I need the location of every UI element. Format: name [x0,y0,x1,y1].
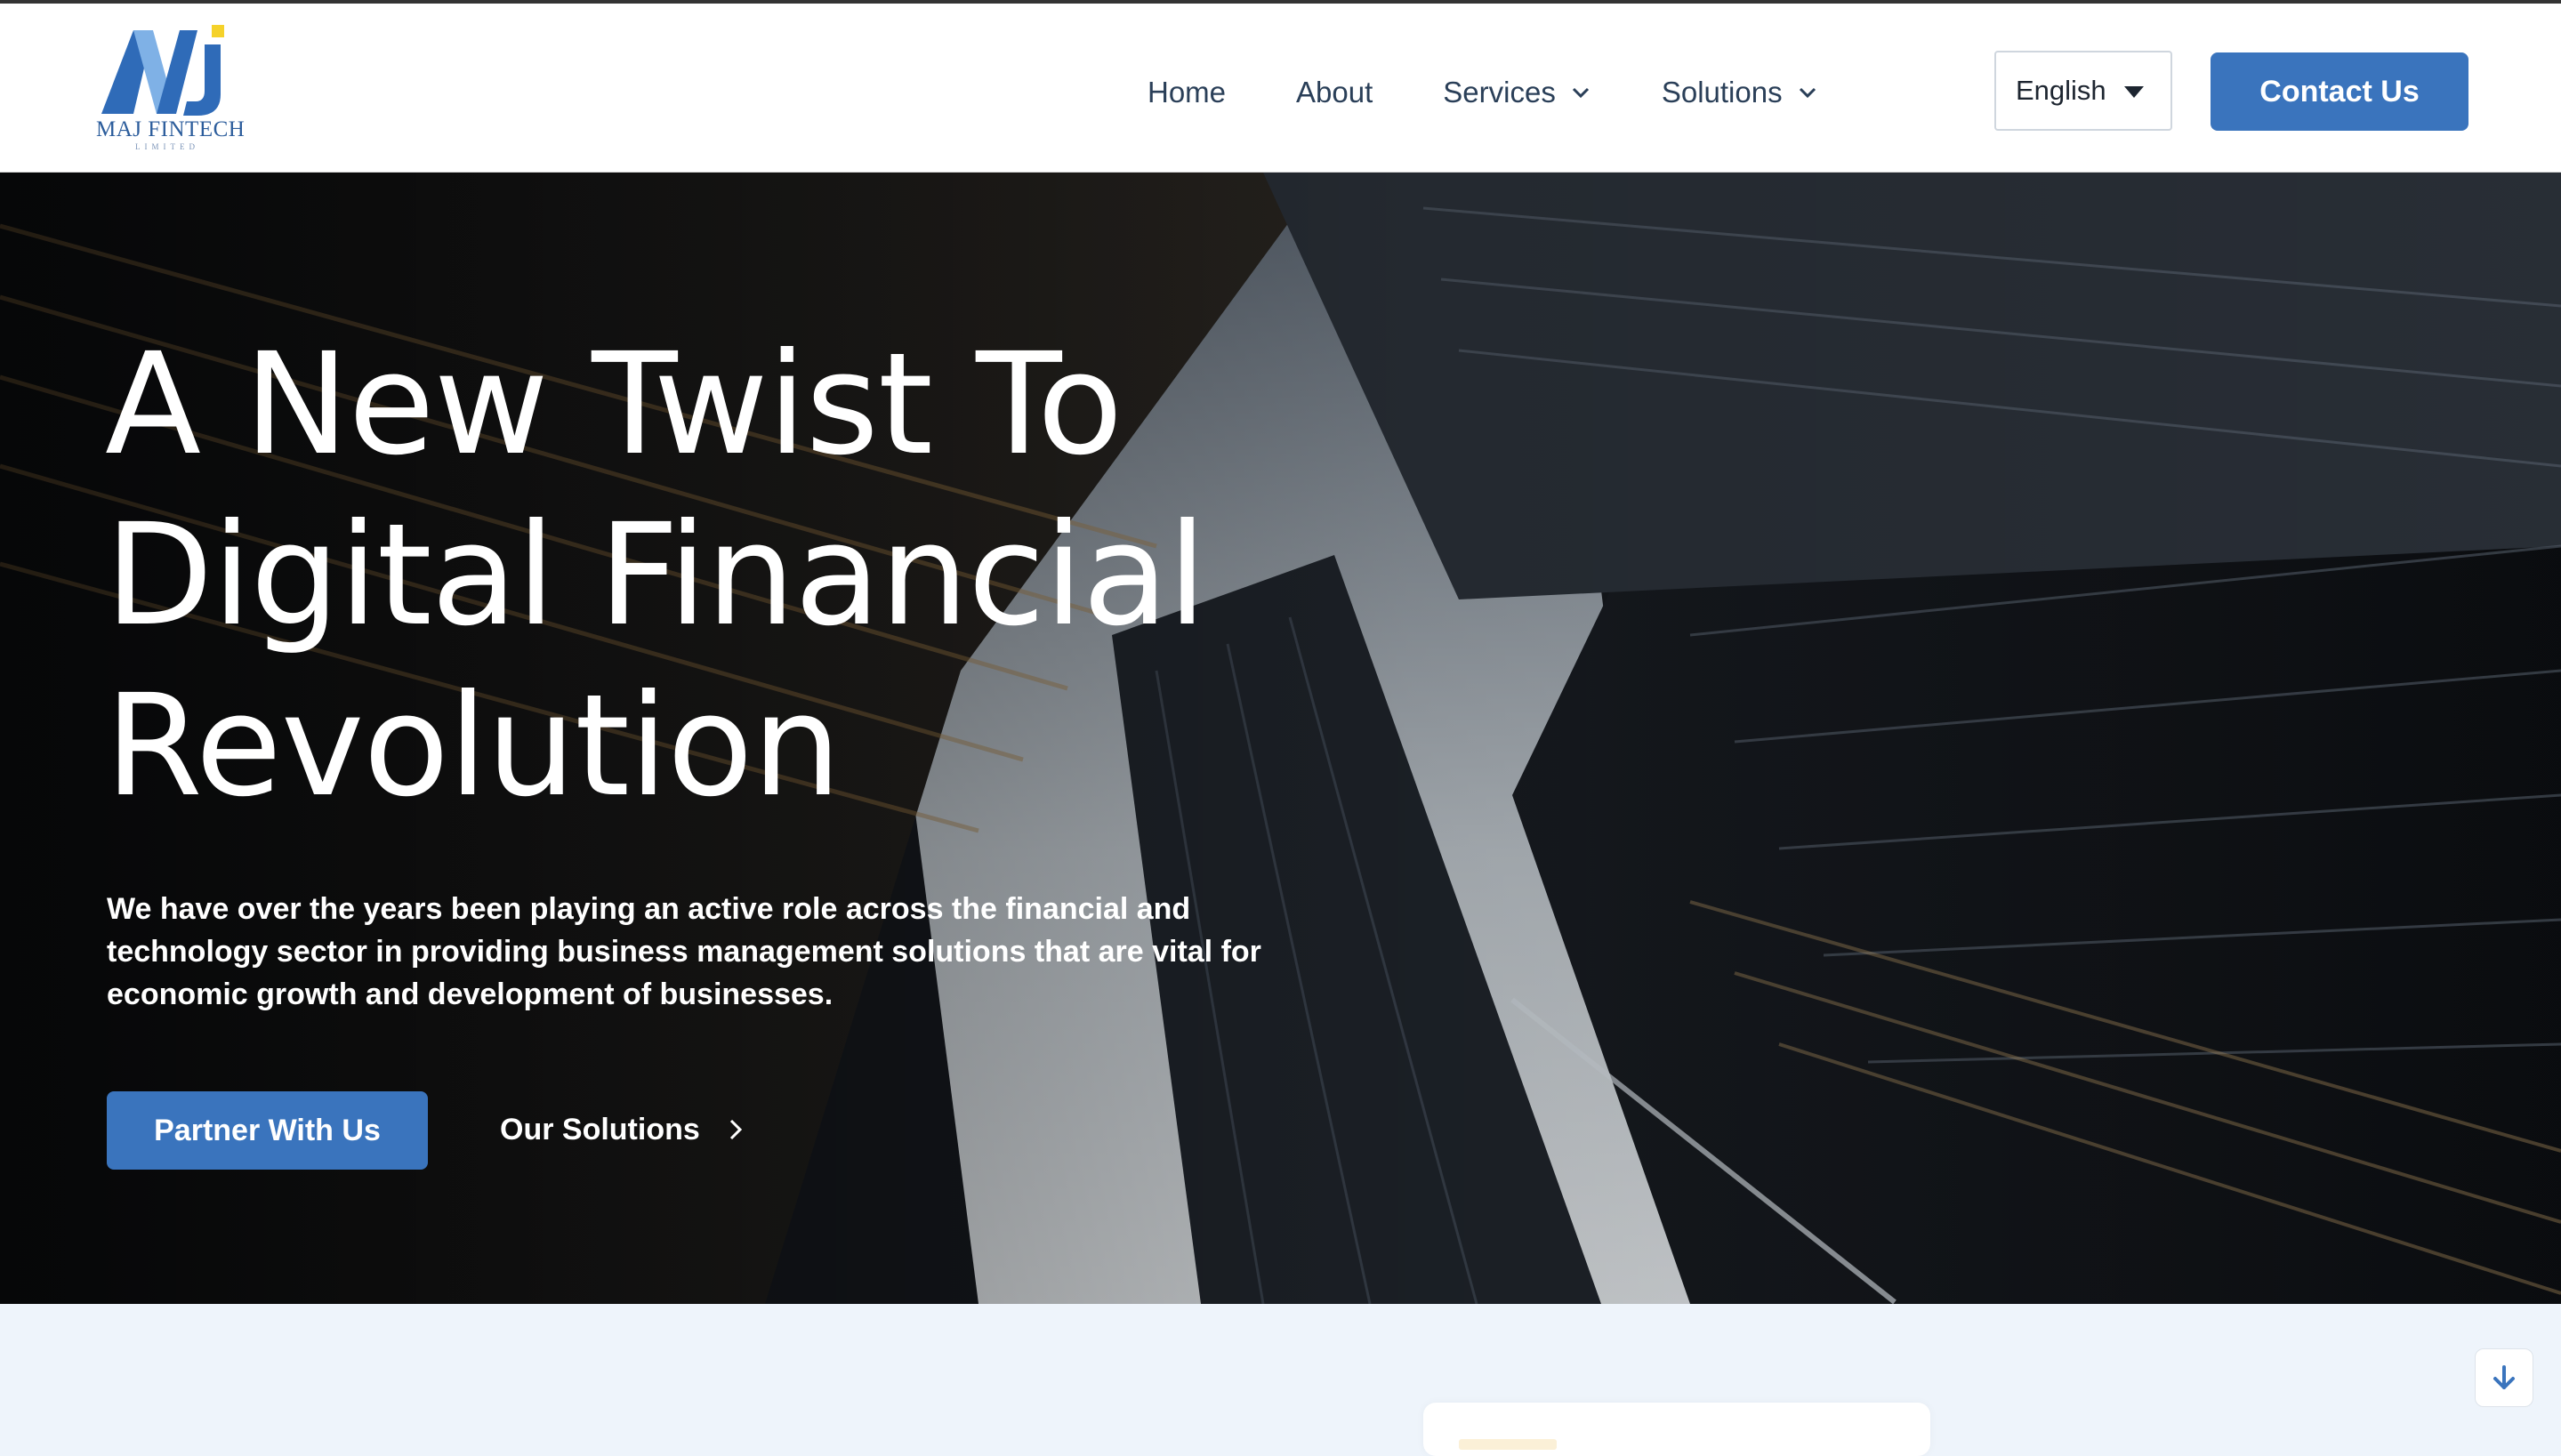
nav-solutions-label: Solutions [1661,76,1783,109]
feature-card [1423,1403,1930,1456]
nav-about[interactable]: About [1296,76,1373,109]
hero-title-line-2: Digital Financial [105,494,1207,657]
nav-home-label: Home [1148,76,1227,109]
chevron-down-icon [1799,87,1816,99]
logo-subtext: LIMITED [135,142,199,151]
hero-title-line-1: A New Twist To [105,323,1123,487]
our-solutions-link[interactable]: Our Solutions [500,1105,745,1154]
logo-mark-icon [101,25,224,116]
hero-title: A New Twist To Digital Financial Revolut… [105,319,1528,832]
nav-services-label: Services [1443,76,1556,109]
contact-us-button[interactable]: Contact Us [2211,52,2468,131]
language-select[interactable]: English [1994,51,2172,131]
nav-home[interactable]: Home [1148,76,1226,109]
nav-about-label: About [1296,76,1373,109]
logo[interactable]: MAJ FINTECH LIMITED [96,25,246,154]
nav-solutions[interactable]: Solutions [1662,76,1818,109]
scroll-down-button[interactable] [2475,1348,2533,1407]
arrow-down-icon [2493,1365,2515,1389]
hero-title-line-3: Revolution [105,664,842,828]
partner-with-us-button[interactable]: Partner With Us [107,1091,428,1170]
chevron-right-icon [729,1119,742,1140]
caret-down-icon [2124,86,2144,98]
site-header: MAJ FINTECH LIMITED Home About Services … [0,4,2561,173]
main-nav: Home About Services Solutions [1148,66,1818,119]
card-accent [1459,1439,1557,1450]
language-selected: English [2016,75,2106,106]
logo-text: MAJ FINTECH [96,117,246,141]
our-solutions-label: Our Solutions [500,1112,700,1146]
chevron-down-icon [1572,87,1589,99]
nav-services[interactable]: Services [1443,76,1591,109]
hero-description: We have over the years been playing an a… [107,892,1261,1011]
hero-section: A New Twist To Digital Financial Revolut… [0,173,2561,1304]
